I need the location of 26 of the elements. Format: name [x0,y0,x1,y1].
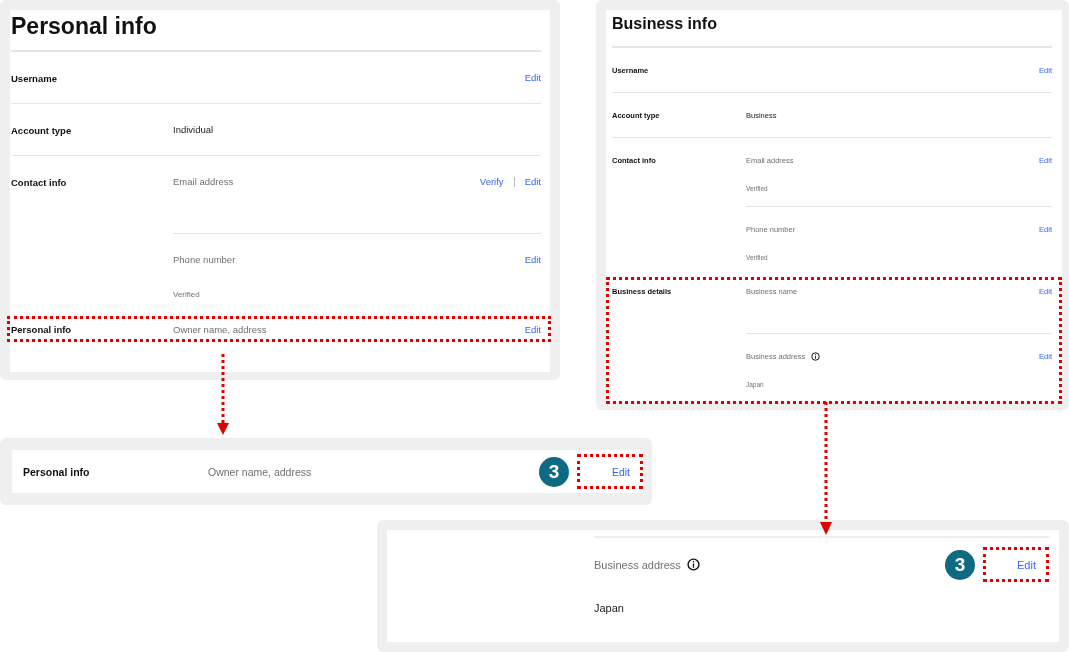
edit-link[interactable]: Edit [524,254,541,265]
info-icon[interactable] [811,352,821,361]
field-value: Individual [173,124,214,135]
edit-link[interactable]: Edit [524,324,541,335]
section-label: Personal info [23,465,91,478]
edit-link[interactable]: Edit [524,176,541,187]
section-label: Personal info [11,323,73,335]
field-label: Email address [173,176,234,187]
field-label: Phone number [173,254,236,265]
edit-link[interactable]: Edit [611,465,630,478]
section-label: Account type [11,124,73,138]
page-title: Business info [612,10,1052,47]
field-label: Business address [594,558,681,571]
field-value: Japan [594,602,625,614]
edit-link[interactable]: Edit [524,72,541,83]
step-badge: 3 [945,549,975,580]
field-note: Verified [173,290,201,299]
page-title: Personal info [11,10,541,51]
section-label: Username [11,72,58,86]
info-icon[interactable] [686,558,700,571]
edit-link[interactable]: Edit [1017,558,1036,571]
field-label: Owner name, address [173,324,267,335]
section-label: Contact info [11,176,68,190]
field-label: Owner name, address [208,465,313,478]
verify-link[interactable]: Verify [479,176,504,187]
step-badge: 3 [539,456,569,487]
